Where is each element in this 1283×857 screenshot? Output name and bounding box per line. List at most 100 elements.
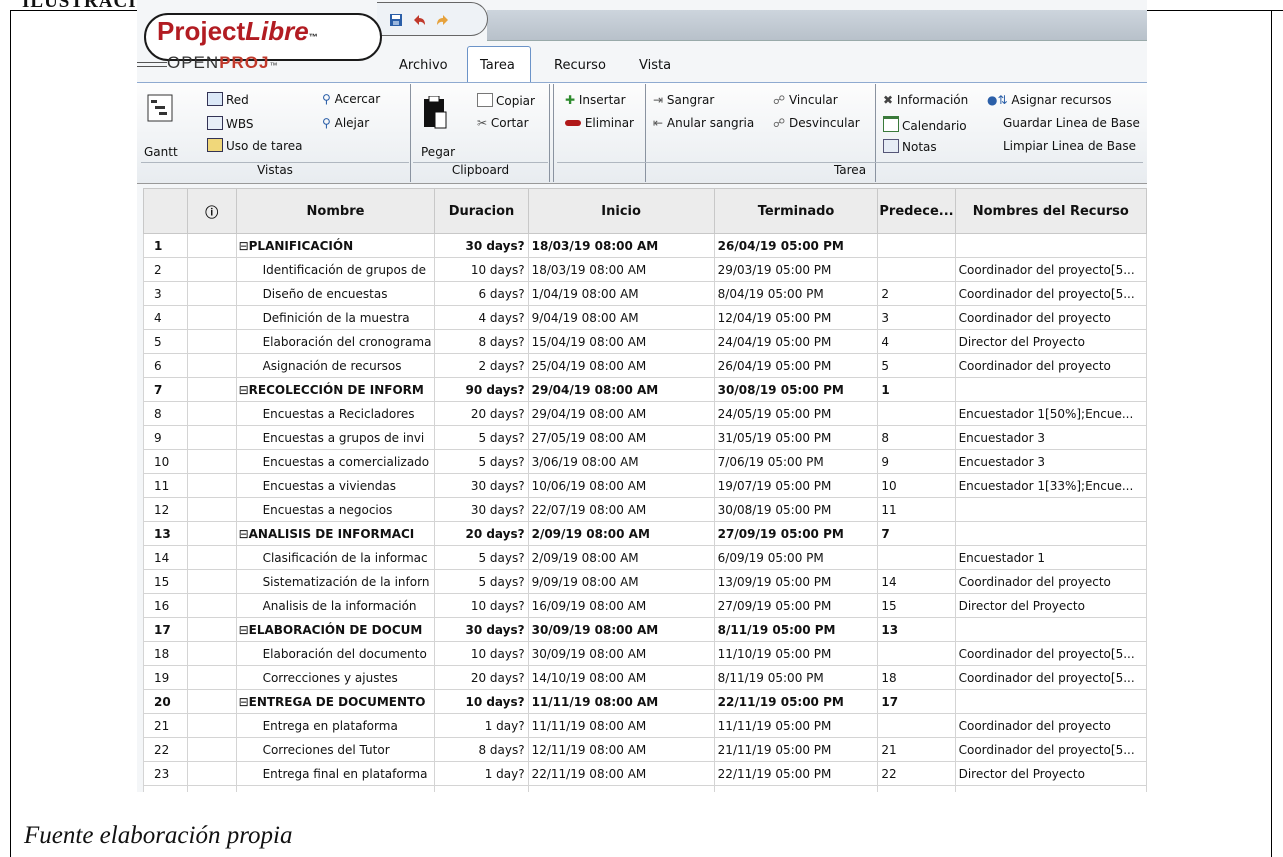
informacion-button[interactable]: ✖ Información <box>883 93 968 107</box>
task-predecessors[interactable]: 13 <box>877 617 956 642</box>
collapse-icon[interactable]: ⊟ <box>239 623 249 637</box>
row-number[interactable]: 3 <box>143 281 188 306</box>
col-header-predecesoras[interactable]: Predece... <box>877 188 956 234</box>
row-number[interactable]: 2 <box>143 257 188 282</box>
task-name[interactable]: ⊟PLANIFICACIÓN <box>235 233 436 258</box>
empty-cell[interactable] <box>143 785 188 792</box>
task-name[interactable]: Asignación de recursos <box>235 353 436 378</box>
gantt-button[interactable]: Gantt <box>144 145 178 159</box>
task-start[interactable]: 15/04/19 08:00 AM <box>527 329 715 354</box>
task-end[interactable]: 7/06/19 05:00 PM <box>713 449 879 474</box>
task-name[interactable]: Diseño de encuestas <box>235 281 436 306</box>
row-number[interactable]: 12 <box>143 497 188 522</box>
empty-cell[interactable] <box>187 785 237 792</box>
task-resources[interactable] <box>954 497 1147 522</box>
task-predecessors[interactable]: 21 <box>877 737 956 762</box>
row-indicator[interactable] <box>187 449 237 474</box>
task-duration[interactable]: 10 days? <box>434 689 529 714</box>
task-end[interactable]: 8/04/19 05:00 PM <box>713 281 879 306</box>
task-start[interactable]: 25/04/19 08:00 AM <box>527 353 715 378</box>
task-end[interactable]: 30/08/19 05:00 PM <box>713 497 879 522</box>
table-row[interactable]: 9 Encuestas a grupos de invi 5 days? 27/05/… <box>143 425 1147 450</box>
task-name[interactable]: Correcciones y ajustes <box>235 665 436 690</box>
task-resources[interactable]: Director del Proyecto <box>954 761 1147 786</box>
row-number[interactable]: 17 <box>143 617 188 642</box>
task-name[interactable]: ⊟RECOLECCIÓN DE INFORM <box>235 377 436 402</box>
col-header-rownum[interactable] <box>143 188 188 234</box>
col-header-nombre[interactable]: Nombre <box>235 188 436 234</box>
task-name[interactable]: ⊟ELABORACIÓN DE DOCUM <box>235 617 436 642</box>
guardar-linea-base-button[interactable]: Guardar Linea de Base <box>1003 116 1140 130</box>
task-start[interactable]: 11/11/19 08:00 AM <box>527 713 715 738</box>
empty-cell[interactable] <box>954 785 1147 792</box>
row-indicator[interactable] <box>187 281 237 306</box>
red-button[interactable]: Red <box>207 92 249 107</box>
zoom-in-button[interactable]: ⚲ Acercar <box>322 92 380 106</box>
task-start[interactable]: 9/04/19 08:00 AM <box>527 305 715 330</box>
row-number[interactable]: 9 <box>143 425 188 450</box>
task-resources[interactable]: Encuestador 3 <box>954 449 1147 474</box>
task-predecessors[interactable]: 18 <box>877 665 956 690</box>
row-number[interactable]: 18 <box>143 641 188 666</box>
task-end[interactable]: 8/11/19 05:00 PM <box>713 617 879 642</box>
task-end[interactable]: 24/04/19 05:00 PM <box>713 329 879 354</box>
task-start[interactable]: 16/09/19 08:00 AM <box>527 593 715 618</box>
row-indicator[interactable] <box>187 545 237 570</box>
empty-cell[interactable] <box>235 785 436 792</box>
empty-cell[interactable] <box>877 785 956 792</box>
row-indicator[interactable] <box>187 329 237 354</box>
task-predecessors[interactable]: 5 <box>877 353 956 378</box>
task-end[interactable]: 26/04/19 05:00 PM <box>713 353 879 378</box>
row-number[interactable]: 14 <box>143 545 188 570</box>
task-start[interactable]: 22/11/19 08:00 AM <box>527 761 715 786</box>
task-name[interactable]: Encuestas a viviendas <box>235 473 436 498</box>
tab-tarea[interactable]: Tarea <box>480 58 515 73</box>
task-end[interactable]: 31/05/19 05:00 PM <box>713 425 879 450</box>
task-name[interactable]: Correciones del Tutor <box>235 737 436 762</box>
uso-tarea-button[interactable]: Uso de tarea <box>207 138 302 153</box>
task-name[interactable]: Entrega en plataforma <box>235 713 436 738</box>
asignar-recursos-button[interactable]: ●⇅ Asignar recursos <box>987 93 1112 107</box>
row-number[interactable]: 8 <box>143 401 188 426</box>
redo-icon[interactable] <box>435 13 451 31</box>
task-start[interactable]: 18/03/19 08:00 AM <box>527 257 715 282</box>
task-name[interactable]: Encuestas a Recicladores <box>235 401 436 426</box>
task-name[interactable]: Clasificación de la informac <box>235 545 436 570</box>
task-duration[interactable]: 30 days? <box>434 473 529 498</box>
task-resources[interactable]: Coordinador del proyecto[5... <box>954 737 1147 762</box>
task-end[interactable]: 30/08/19 05:00 PM <box>713 377 879 402</box>
task-predecessors[interactable]: 1 <box>877 377 956 402</box>
task-resources[interactable]: Coordinador del proyecto[5... <box>954 281 1147 306</box>
row-number[interactable]: 15 <box>143 569 188 594</box>
row-indicator[interactable] <box>187 713 237 738</box>
task-start[interactable]: 30/09/19 08:00 AM <box>527 641 715 666</box>
task-start[interactable]: 2/09/19 08:00 AM <box>527 521 715 546</box>
task-resources[interactable]: Director del Proyecto <box>954 329 1147 354</box>
task-end[interactable]: 26/04/19 05:00 PM <box>713 233 879 258</box>
task-predecessors[interactable]: 22 <box>877 761 956 786</box>
task-predecessors[interactable]: 14 <box>877 569 956 594</box>
collapse-icon[interactable]: ⊟ <box>239 383 249 397</box>
row-indicator[interactable] <box>187 665 237 690</box>
task-predecessors[interactable] <box>877 257 956 282</box>
table-row[interactable]: 15 Sistematización de la inforn 5 days? 9/0… <box>143 569 1147 594</box>
task-start[interactable]: 10/06/19 08:00 AM <box>527 473 715 498</box>
tab-archivo[interactable]: Archivo <box>399 58 448 73</box>
task-predecessors[interactable]: 15 <box>877 593 956 618</box>
anular-sangria-button[interactable]: ⇤ Anular sangria <box>653 116 754 130</box>
row-indicator[interactable] <box>187 569 237 594</box>
task-duration[interactable]: 8 days? <box>434 329 529 354</box>
task-predecessors[interactable]: 8 <box>877 425 956 450</box>
row-indicator[interactable] <box>187 473 237 498</box>
task-resources[interactable]: Coordinador del proyecto[5... <box>954 257 1147 282</box>
task-end[interactable]: 13/09/19 05:00 PM <box>713 569 879 594</box>
task-duration[interactable]: 5 days? <box>434 449 529 474</box>
task-end[interactable]: 6/09/19 05:00 PM <box>713 545 879 570</box>
task-predecessors[interactable]: 4 <box>877 329 956 354</box>
task-end[interactable]: 8/11/19 05:00 PM <box>713 665 879 690</box>
table-row[interactable]: 21 Entrega en plataforma 1 day? 11/11/19 08… <box>143 713 1147 738</box>
task-resources[interactable]: Encuestador 3 <box>954 425 1147 450</box>
task-duration[interactable]: 10 days? <box>434 641 529 666</box>
task-name[interactable]: Analisis de la información <box>235 593 436 618</box>
sangrar-button[interactable]: ⇥ Sangrar <box>653 93 714 107</box>
